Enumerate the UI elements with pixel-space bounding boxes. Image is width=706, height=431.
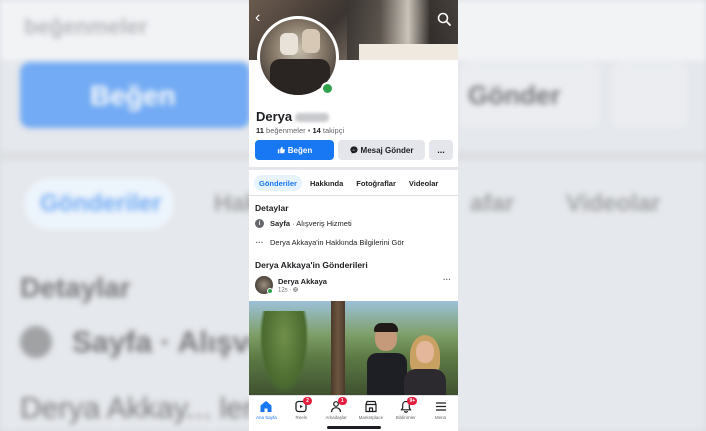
redacted-surname	[295, 113, 330, 123]
friends-badge: 1	[337, 397, 347, 405]
likes-count: 11	[256, 126, 264, 135]
photo-person-man	[367, 323, 407, 395]
nav-menu-label: Menü	[434, 415, 447, 420]
page-type-label: Sayfa	[270, 219, 291, 228]
info-icon: i	[255, 219, 264, 228]
phone-screen: ‹ Derya 11 beğenmeler • 14 takipçi Beğen…	[249, 0, 458, 431]
post-author-name[interactable]: Derya Akkaya	[278, 277, 327, 286]
nav-notifications[interactable]: 9+ Bildirimler	[388, 396, 423, 431]
nav-notifications-label: Bildirimler	[395, 415, 416, 420]
photo-person-woman	[404, 335, 446, 395]
profile-tabs: Gönderiler Hakkında Fotoğraflar Videolar	[254, 175, 443, 191]
page-category: · Alışveriş Hizmeti	[290, 219, 352, 228]
post-photo[interactable]	[249, 301, 458, 395]
message-button-label: Mesaj Gönder	[360, 145, 414, 155]
likes-label: beğenmeler	[266, 126, 306, 135]
notifications-badge: 9+	[407, 397, 418, 405]
like-button-label: Beğen	[287, 145, 313, 155]
menu-icon	[435, 402, 446, 411]
home-icon	[260, 401, 272, 412]
details-title: Detaylar	[255, 203, 289, 213]
thumbs-up-icon	[277, 146, 285, 154]
more-options-button[interactable]: ...	[429, 140, 453, 160]
nav-home[interactable]: Ana Sayfa	[249, 396, 284, 431]
nav-home-label: Ana Sayfa	[256, 415, 277, 420]
globe-icon	[293, 287, 298, 292]
nav-reels[interactable]: 2 Reels	[284, 396, 319, 431]
send-message-button[interactable]: Mesaj Gönder	[338, 140, 425, 160]
nav-marketplace-label: Marketplace	[358, 415, 384, 420]
post-online-dot	[267, 288, 273, 294]
nav-menu[interactable]: Menü	[423, 396, 458, 431]
marketplace-icon	[365, 400, 377, 413]
home-indicator-bar	[327, 426, 381, 429]
post-timestamp: 12s ·	[278, 287, 298, 294]
profile-first-name: Derya	[256, 109, 293, 124]
back-arrow-icon[interactable]: ‹	[255, 10, 269, 26]
tabs-underline	[249, 195, 458, 196]
see-about-row[interactable]: ··· Derya Akkaya'in Hakkında Bilgilerini…	[255, 238, 405, 247]
tab-videos[interactable]: Videolar	[404, 175, 443, 191]
posts-section-title: Derya Akkaya'in Gönderileri	[255, 260, 368, 270]
reels-badge: 2	[302, 397, 312, 405]
section-divider	[249, 167, 458, 170]
page-category-row: i Sayfa · Alışveriş Hizmeti	[255, 219, 352, 228]
post-more-button[interactable]: ···	[443, 275, 451, 284]
messenger-icon	[349, 146, 358, 154]
followers-label: takipçi	[322, 126, 345, 135]
profile-name: Derya	[256, 109, 330, 124]
tab-about[interactable]: Hakkında	[305, 175, 348, 191]
tab-photos[interactable]: Fotoğraflar	[351, 175, 401, 191]
followers-count: 14	[312, 126, 321, 135]
nav-friends-label: Arkadaşlar	[325, 415, 347, 420]
search-icon[interactable]	[436, 11, 452, 27]
tab-posts[interactable]: Gönderiler	[254, 175, 302, 191]
nav-reels-label: Reels	[295, 415, 307, 420]
like-page-button[interactable]: Beğen	[255, 140, 334, 160]
see-about-link[interactable]: Derya Akkaya'in Hakkında Bilgilerini Gör	[270, 238, 404, 247]
profile-stats[interactable]: 11 beğenmeler • 14 takipçi	[256, 126, 344, 135]
post-header: Derya Akkaya 12s · ···	[255, 275, 455, 297]
cover-table	[359, 44, 458, 60]
more-dots-icon: ···	[255, 238, 264, 247]
online-status-dot	[321, 82, 334, 95]
